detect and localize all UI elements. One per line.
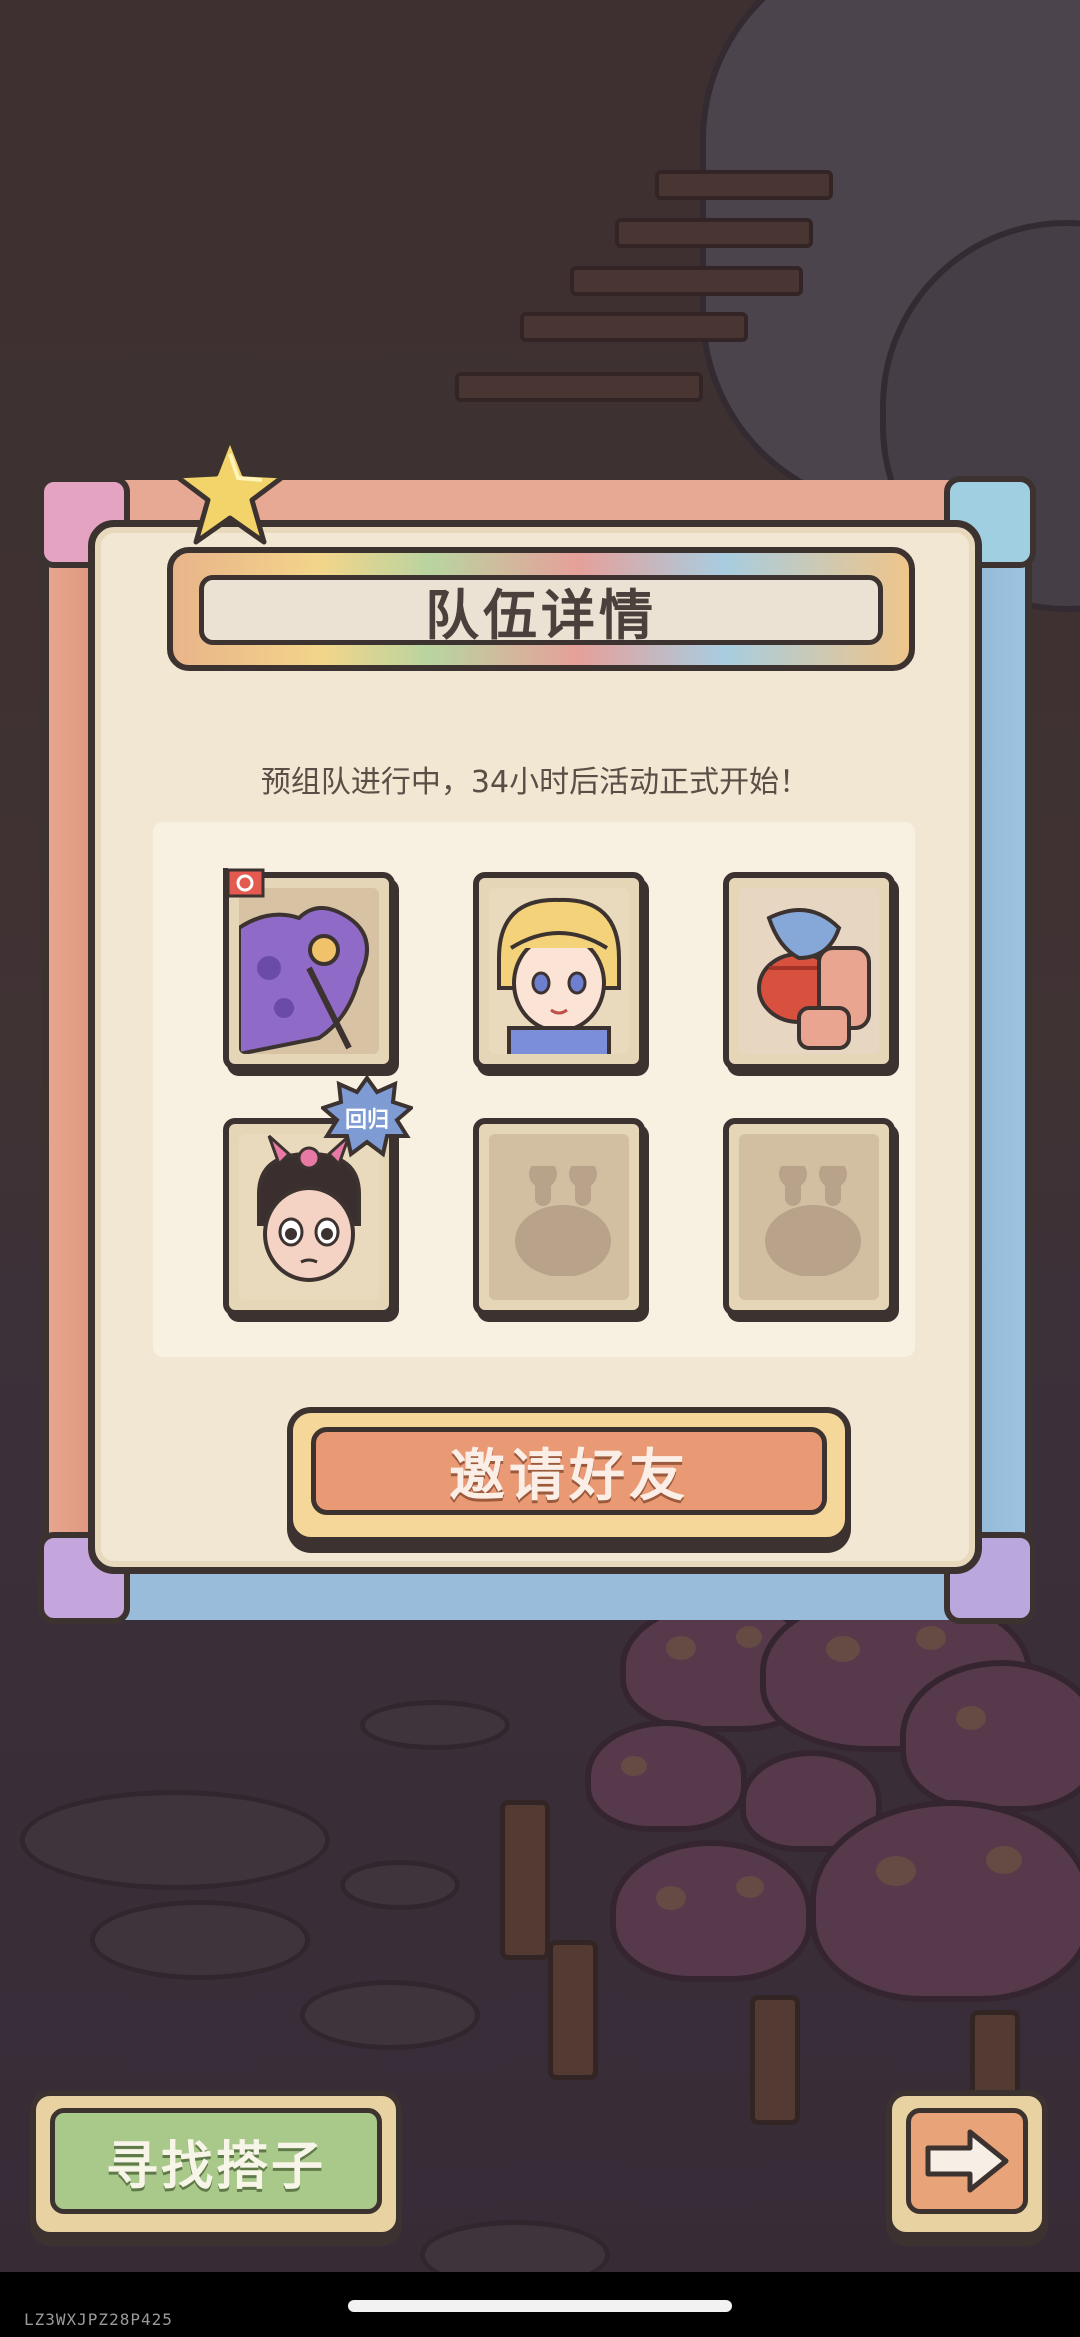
snail-silhouette-icon bbox=[515, 1166, 611, 1276]
team-slot-2[interactable] bbox=[473, 872, 645, 1070]
avatar-pink-bow-girl bbox=[239, 1134, 379, 1300]
find-partner-label: 寻找搭子 bbox=[105, 2136, 326, 2197]
snail-silhouette-icon bbox=[765, 1166, 861, 1276]
title-plate: 队伍详情 bbox=[199, 575, 883, 647]
invite-button-label: 邀请好友 bbox=[449, 1443, 689, 1509]
frame-bottom-edge bbox=[102, 1569, 972, 1620]
team-slot-empty[interactable] bbox=[473, 1118, 645, 1316]
next-arrow-button[interactable] bbox=[886, 2090, 1048, 2238]
home-indicator[interactable] bbox=[348, 2300, 732, 2312]
leader-flag-icon bbox=[219, 866, 267, 918]
avatar-red-helmet-creature bbox=[739, 888, 879, 1054]
empty-slot-placeholder bbox=[489, 1134, 629, 1300]
team-slot-grid: 回归 bbox=[153, 822, 915, 1357]
empty-slot-placeholder bbox=[739, 1134, 879, 1300]
team-slot-3[interactable] bbox=[723, 872, 895, 1070]
team-slot-empty[interactable] bbox=[723, 1118, 895, 1316]
avatar-blonde-girl bbox=[489, 888, 629, 1054]
returning-badge-label: 回归 bbox=[344, 1108, 389, 1133]
invite-friends-button[interactable]: 邀请好友 bbox=[287, 1407, 851, 1543]
build-id-text: LZ3WXJPZ28P425 bbox=[24, 2310, 173, 2329]
returning-player-badge: 回归 bbox=[319, 1074, 415, 1158]
find-partner-button[interactable]: 寻找搭子 bbox=[30, 2090, 402, 2238]
find-partner-face: 寻找搭子 bbox=[50, 2108, 382, 2214]
pre-team-status-text: 预组队进行中，34小时后活动正式开始！ bbox=[260, 765, 810, 800]
title-bar: 队伍详情 bbox=[167, 547, 915, 671]
invite-button-face: 邀请好友 bbox=[311, 1427, 827, 1515]
dialog-panel: 队伍详情 预组队进行中，34小时后活动正式开始！ 回归 邀请好友 bbox=[88, 520, 982, 1574]
arrow-right-icon bbox=[925, 2129, 1009, 2193]
star-icon bbox=[173, 435, 287, 545]
dialog-title: 队伍详情 bbox=[425, 583, 657, 647]
team-details-dialog: 队伍详情 预组队进行中，34小时后活动正式开始！ 回归 邀请好友 bbox=[38, 476, 1036, 1624]
next-arrow-face bbox=[906, 2108, 1028, 2214]
